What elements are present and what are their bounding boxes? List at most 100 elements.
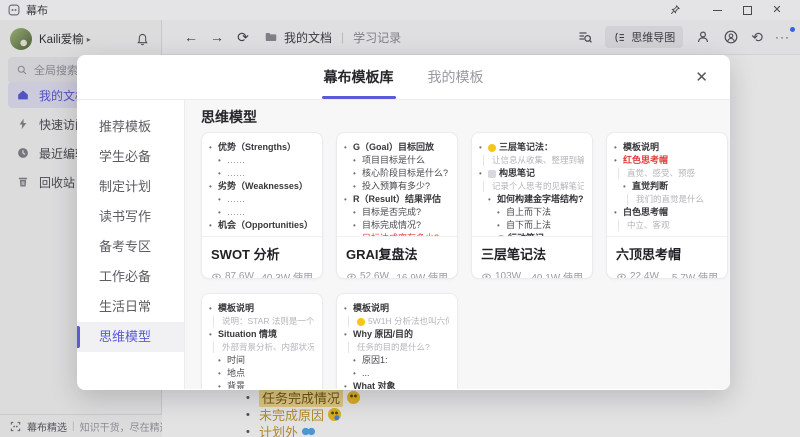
preview-line-text: 记录个人思考的见解笔记: [492, 180, 584, 193]
preview-line-text: 5W1H 分析法也叫六何分...: [368, 315, 449, 328]
views-count: 103W: [495, 271, 521, 279]
maximize-button[interactable]: [732, 0, 762, 20]
template-card[interactable]: •模板说明5W1H 分析法也叫六何分...•Why 原因/目的任务的目的是什么?…: [336, 293, 458, 389]
eye-icon: [481, 271, 492, 279]
card-uses: 40.1W 使用: [531, 269, 583, 279]
pin-icon[interactable]: [660, 0, 690, 20]
preview-line-text: 目标是否完成?: [362, 206, 421, 219]
card-preview: •优势（Strengths）•……•……•劣势（Weaknesses）•……•……: [202, 133, 322, 237]
bullet-icon: •: [353, 167, 362, 180]
bullet-icon: •: [344, 380, 353, 389]
card-stats: 87.6W40.3W 使用: [211, 269, 313, 279]
bullet-icon: •: [218, 154, 227, 167]
bullet-icon: •: [623, 180, 632, 193]
preview-line: •目标是否完成?: [353, 206, 449, 219]
eye-icon: [211, 271, 222, 279]
category-item[interactable]: 制定计划: [77, 172, 184, 202]
preview-line: •G（Goal）目标回放: [344, 141, 449, 154]
category-item[interactable]: 思维模型: [77, 322, 184, 352]
app-area: Kaili爱榆 ▸ 全局搜索 Ctrl+ 我的文档: [0, 20, 800, 437]
chat-icon: [488, 170, 496, 178]
modal-tab[interactable]: 我的模板: [426, 55, 486, 99]
eye-icon: [616, 271, 627, 279]
preview-line-text: 自上而下法: [506, 206, 551, 219]
preview-line: •劣势（Weaknesses）: [209, 180, 314, 193]
bullet-icon: •: [209, 219, 218, 232]
category-item[interactable]: 备考专区: [77, 232, 184, 262]
template-card[interactable]: • 三层笔记法：让信息从收集、整理到输出...•构思笔记记录个人思考的见解笔记•如…: [471, 132, 593, 279]
category-item[interactable]: 工作必备: [77, 262, 184, 292]
preview-line: •机会（Opportunities）: [209, 219, 314, 232]
app-window: 幕布 ✕ Kaili爱榆 ▸ 全局: [0, 0, 800, 437]
template-card[interactable]: •模板说明说明：STAR 法则是一个梳理...•Situation 情境外部背景…: [201, 293, 323, 389]
close-icon[interactable]: ✕: [695, 68, 708, 86]
modal-tab[interactable]: 幕布模板库: [322, 55, 396, 99]
card-views: 87.6W: [211, 271, 254, 279]
preview-line-text: 说明：STAR 法则是一个梳理...: [222, 315, 314, 328]
preview-line-text: 让信息从收集、整理到输出...: [492, 154, 584, 167]
preview-line: •红色思考帽: [614, 154, 719, 167]
bullet-icon: •: [614, 206, 623, 219]
card-title: GRAI复盘法: [346, 244, 448, 263]
preview-line: 外部背景分析、内部状况和...: [209, 341, 314, 354]
category-item[interactable]: 推荐模板: [77, 112, 184, 142]
preview-line: •直觉判断: [623, 180, 719, 193]
card-footer: 三层笔记法103W40.1W 使用: [472, 237, 592, 279]
bullet-icon: •: [218, 367, 227, 380]
template-card[interactable]: •优势（Strengths）•……•……•劣势（Weaknesses）•……•……: [201, 132, 323, 279]
minimize-button[interactable]: [702, 0, 732, 20]
card-footer: SWOT 分析87.6W40.3W 使用: [202, 237, 322, 279]
preview-line-text: Situation 情境: [218, 328, 277, 341]
category-item[interactable]: 生活日常: [77, 292, 184, 322]
preview-line: 直觉、感受、预感: [614, 167, 719, 180]
bullet-icon: •: [353, 154, 362, 167]
bulb-icon: [357, 318, 365, 326]
bullet-icon: •: [344, 328, 353, 341]
preview-line-text: 机会（Opportunities）: [218, 219, 313, 232]
preview-line-text: ……: [227, 206, 245, 219]
preview-line: •背景: [218, 380, 314, 389]
preview-line-text: G（Goal）目标回放: [353, 141, 434, 154]
preview-line-text: 投入预算有多少?: [362, 180, 430, 193]
preview-line: •……: [218, 206, 314, 219]
preview-line-text: 外部背景分析、内部状况和...: [222, 341, 314, 354]
preview-line-text: 核心阶段目标是什么?: [362, 167, 448, 180]
preview-line: •模板说明: [344, 302, 449, 315]
preview-line-text: 三层笔记法：: [499, 141, 553, 154]
card-preview: •模板说明5W1H 分析法也叫六何分...•Why 原因/目的任务的目的是什么?…: [337, 294, 457, 389]
preview-line: 任务的目的是什么?: [344, 341, 449, 354]
preview-line-text: 模板说明: [623, 141, 659, 154]
preview-line-text: 直觉、感受、预感: [627, 167, 695, 180]
card-views: 52.6W: [346, 271, 389, 279]
preview-line: •如何构建金字塔结构?: [488, 193, 584, 206]
close-window-button[interactable]: ✕: [762, 0, 792, 20]
template-category-list: 推荐模板学生必备制定计划读书写作备考专区工作必备生活日常思维模型: [77, 100, 185, 389]
template-card[interactable]: •模板说明•红色思考帽直觉、感受、预感•直觉判断我们的直觉是什么•白色思考帽中立…: [606, 132, 728, 279]
bullet-icon: •: [218, 206, 227, 219]
preview-line: •构思笔记: [479, 167, 584, 180]
preview-line: • 三层笔记法：: [479, 141, 584, 154]
bullet-icon: •: [344, 302, 353, 315]
preview-line: 我们的直觉是什么: [623, 193, 719, 206]
category-item[interactable]: 学生必备: [77, 142, 184, 172]
bullet-icon: •: [479, 141, 488, 154]
preview-line-text: 构思笔记: [499, 167, 535, 180]
eye-icon: [346, 271, 357, 279]
preview-line-text: 如何构建金字塔结构?: [497, 193, 584, 206]
card-preview: •G（Goal）目标回放•项目目标是什么•核心阶段目标是什么?•投入预算有多少?…: [337, 133, 457, 237]
preview-line-text: 红色思考帽: [623, 154, 668, 167]
template-card[interactable]: •G（Goal）目标回放•项目目标是什么•核心阶段目标是什么?•投入预算有多少?…: [336, 132, 458, 279]
bullet-icon: •: [353, 206, 362, 219]
preview-line-text: 劣势（Weaknesses）: [218, 180, 308, 193]
card-views: 22.4W: [616, 271, 659, 279]
bullet-icon: •: [344, 193, 353, 206]
bullet-icon: •: [614, 154, 623, 167]
bullet-icon: •: [218, 193, 227, 206]
preview-line: 让信息从收集、整理到输出...: [479, 154, 584, 167]
preview-line-text: ...: [362, 367, 370, 380]
preview-line-text: Why 原因/目的: [353, 328, 413, 341]
category-item[interactable]: 读书写作: [77, 202, 184, 232]
preview-line: 说明：STAR 法则是一个梳理...: [209, 315, 314, 328]
bullet-icon: •: [209, 328, 218, 341]
preview-line-text: 自下而上法: [506, 219, 551, 232]
